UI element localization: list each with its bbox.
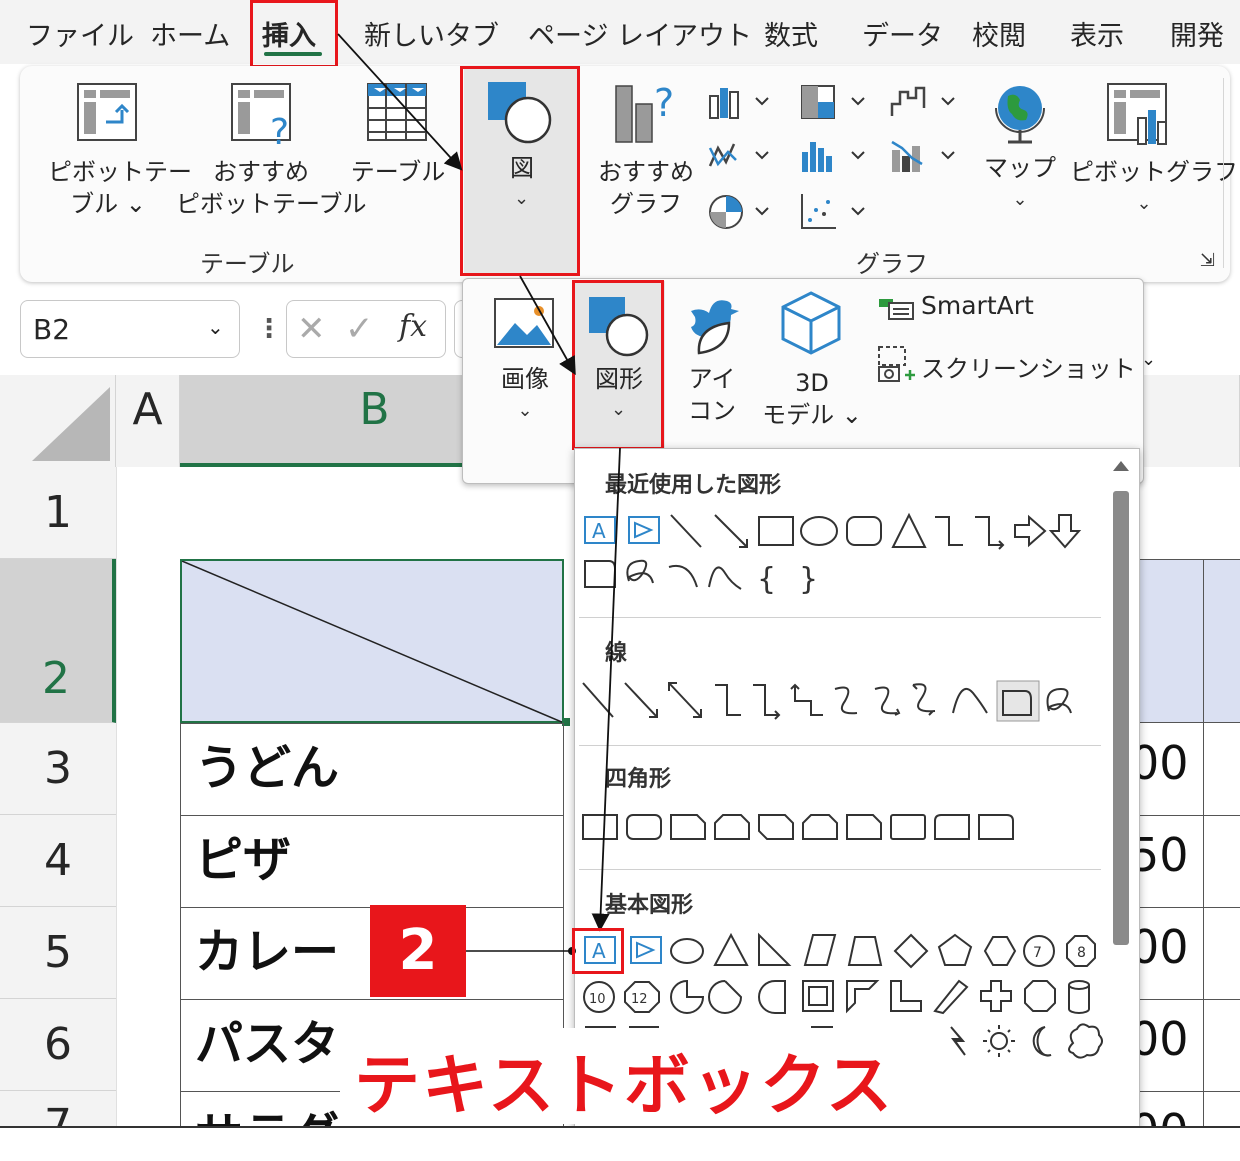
- frame-line: [0, 1126, 1240, 1128]
- highlight-text-box-shape: [572, 928, 624, 974]
- page-bottom: [0, 1127, 1240, 1161]
- callout-text: テキストボックス: [354, 1047, 895, 1124]
- annotation-arrows: [337, 33, 621, 955]
- step-badge: 2: [370, 905, 466, 997]
- excel-window: ファイル ホーム 挿入 新しいタブ ページ レイアウト 数式 データ 校閲 表示…: [0, 0, 1240, 1161]
